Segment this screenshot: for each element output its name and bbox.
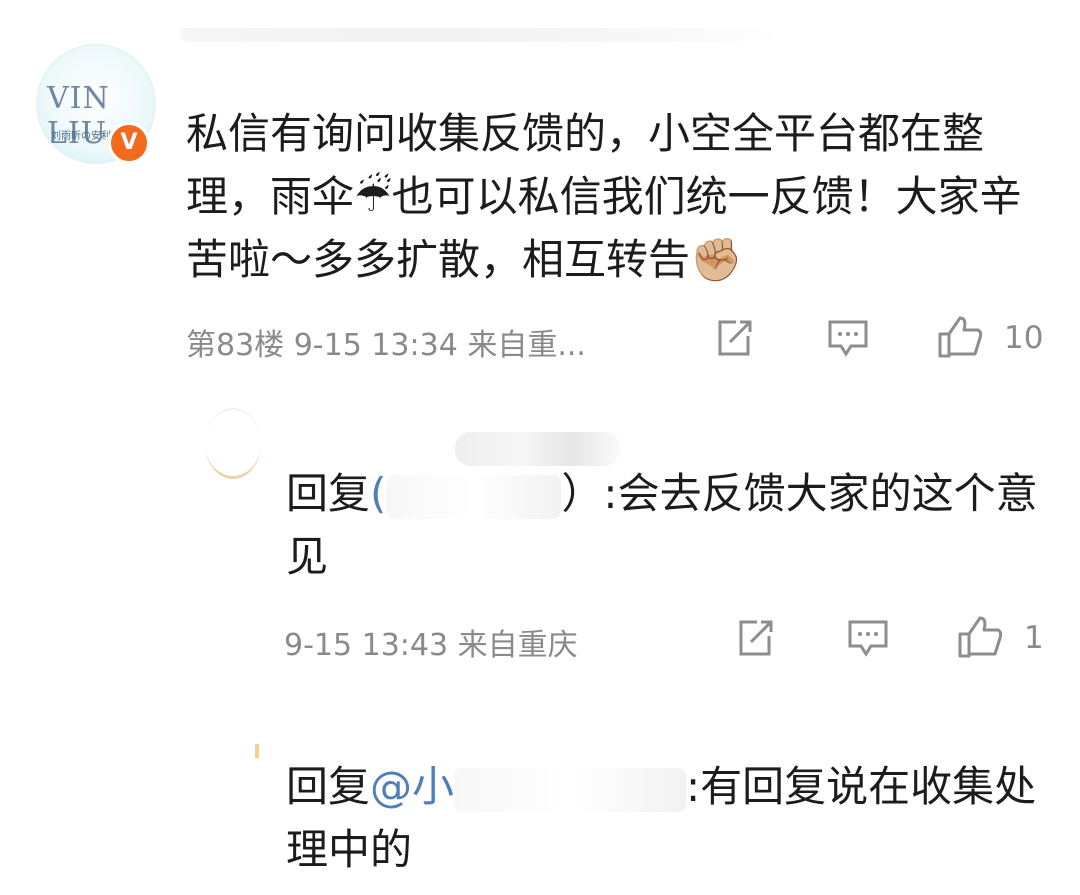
reply-prefix: 回复 [286,762,371,811]
verified-badge-icon: V [108,122,150,164]
reply-avatar-edge [255,744,259,758]
blurred-username [455,432,620,466]
mention-end: ） [561,469,604,518]
share-icon[interactable] [735,618,775,658]
like-icon[interactable] [956,614,1004,658]
blurred-mention [454,767,687,812]
like-count: 10 [1004,320,1044,356]
comment-icon[interactable] [846,618,890,658]
mention-start[interactable]: @小 [370,762,454,811]
comment-icon[interactable] [826,318,870,358]
like-icon[interactable] [936,314,984,358]
share-icon[interactable] [714,318,754,358]
like-count: 1 [1024,620,1044,656]
reply-prefix: 回复 [286,469,371,518]
comment-meta: 第83楼 9-15 13:34 来自重... [186,328,586,363]
reply-meta: 9-15 13:43 来自重庆 [284,628,578,663]
reply-text-2: 回复@小:有回复说在收集处理中的 [286,755,1056,881]
blurred-top-text [180,28,780,42]
blurred-mention [386,474,562,519]
mention-start[interactable]: ( [370,469,386,518]
comment-text: 私信有询问收集反馈的，小空全平台都在整理，雨伞☔也可以私信我们统一反馈！大家辛苦… [186,109,1022,284]
reply-text-1: 回复(）:会去反馈大家的这个意见 [286,462,1046,588]
reply-avatar[interactable] [205,408,261,479]
